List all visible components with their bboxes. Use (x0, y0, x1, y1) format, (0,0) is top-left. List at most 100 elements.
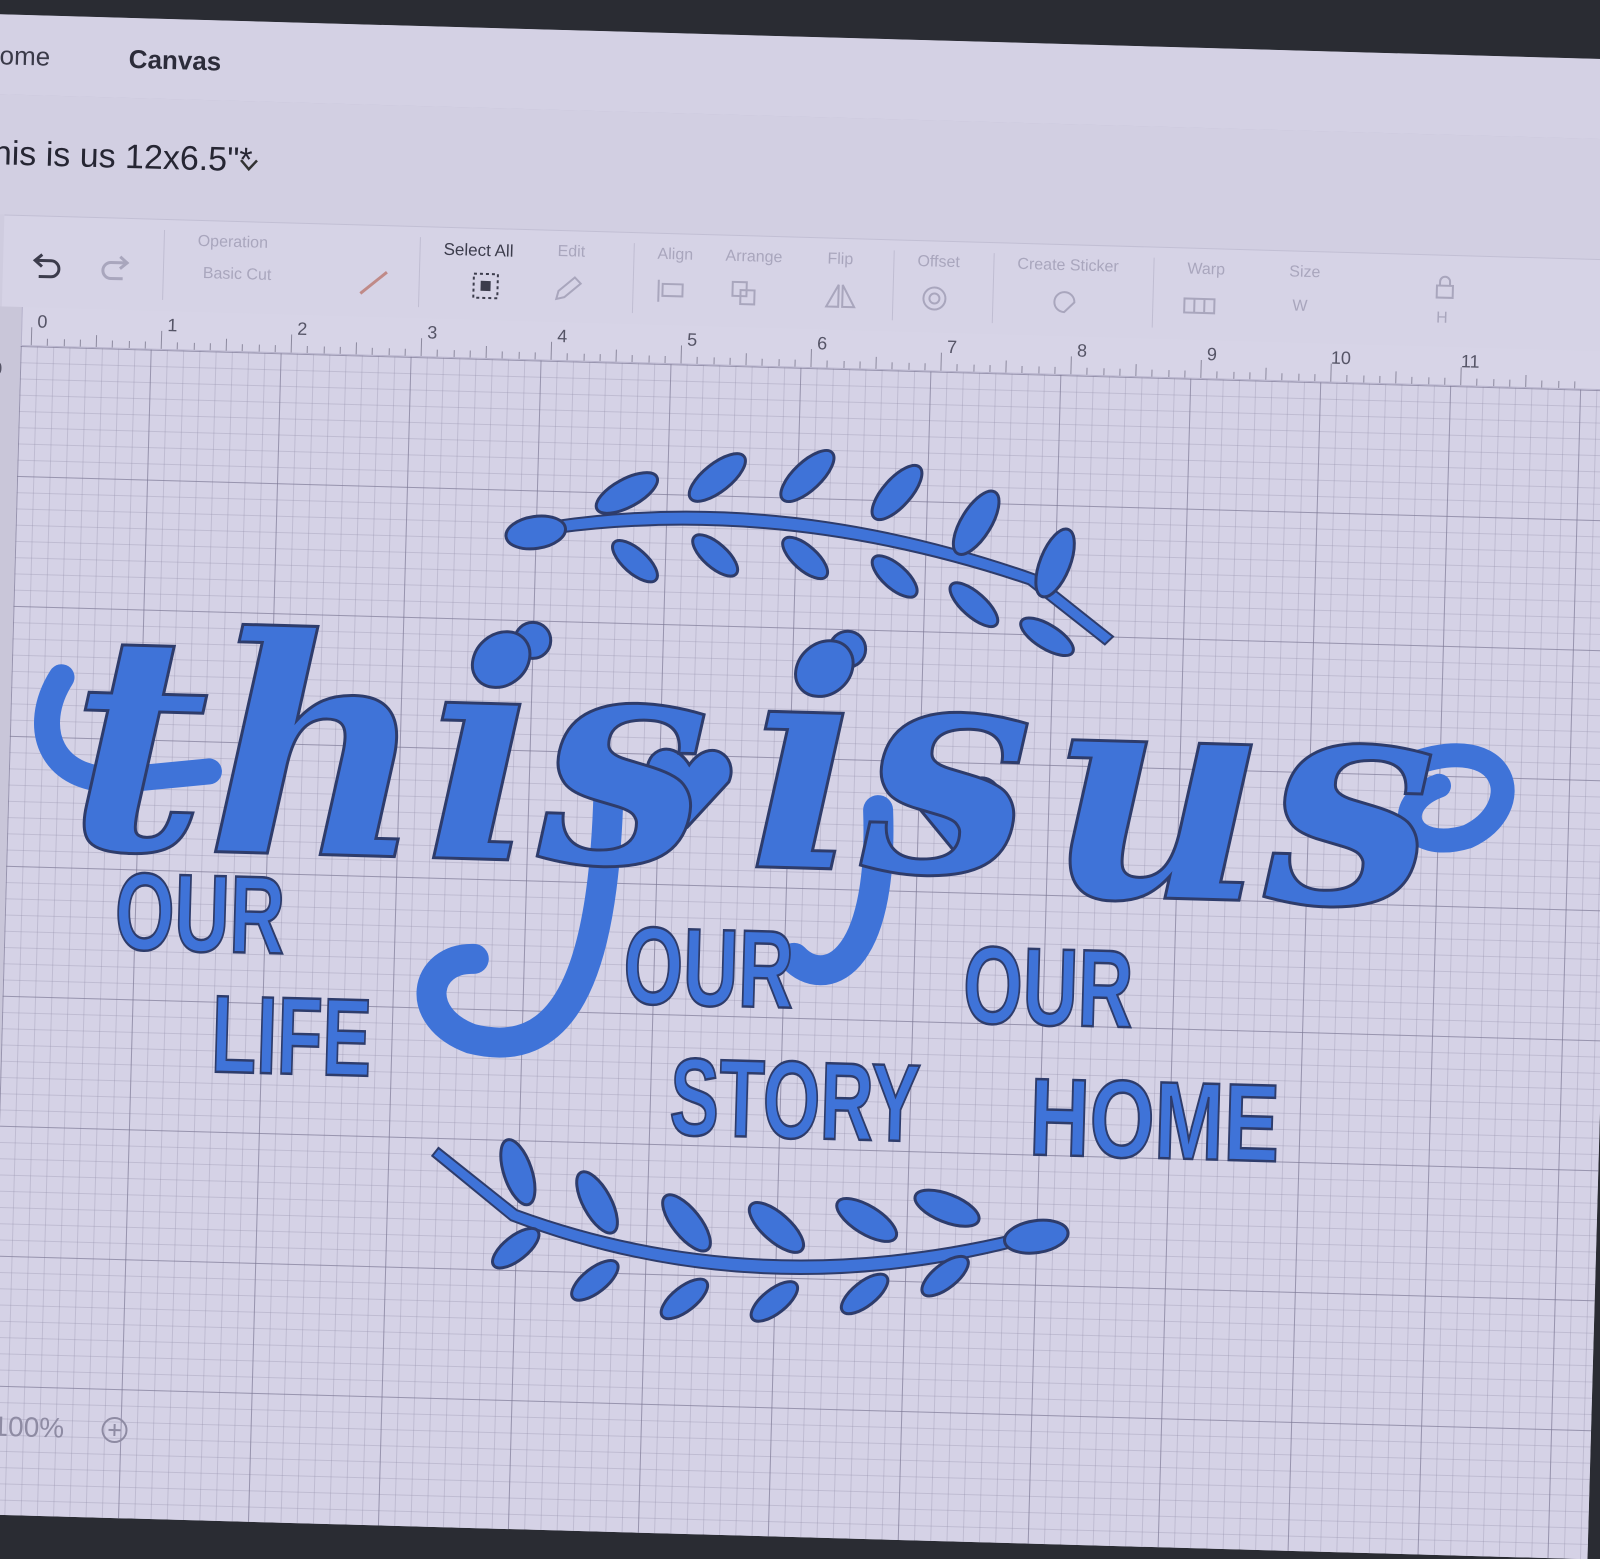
ruler-tick (1460, 367, 1462, 385)
ruler-label: 9 (1207, 344, 1218, 365)
this-is-us-design[interactable]: this is us OUR LIFE OUR STORY OUR HOME (0, 346, 1600, 1559)
ruler-tick (161, 331, 163, 349)
ruler-tick (128, 341, 129, 348)
ruler-tick (567, 353, 568, 360)
ruler-tick (356, 342, 357, 354)
phrase-life: LIFE (210, 973, 373, 1100)
ruler-tick (1135, 364, 1136, 376)
ruler-tick (63, 339, 64, 346)
ruler-tick (291, 335, 293, 353)
ruler-tick (437, 350, 438, 357)
ruler-tick (843, 361, 844, 368)
ruler-tick (1558, 381, 1559, 388)
ruler-tick (1119, 369, 1120, 376)
ruler-tick (1411, 377, 1412, 384)
ruler-tick (226, 339, 227, 351)
ruler-tick (1200, 360, 1202, 378)
ruler-tick (1249, 372, 1250, 379)
ruler-tick (1087, 368, 1088, 375)
zoom-in-icon[interactable] (100, 1416, 129, 1445)
tab-home[interactable]: Home (0, 40, 51, 73)
ruler-tick (778, 359, 779, 366)
ruler-tick (339, 347, 340, 354)
ruler-label: 8 (1077, 340, 1088, 361)
ruler-tick (177, 342, 178, 349)
ruler-tick (1444, 378, 1445, 385)
ruler-tick (372, 348, 373, 355)
script-word-is: is (745, 585, 1038, 946)
ruler-tick (681, 345, 683, 363)
zoom-controls: 100% (0, 1403, 151, 1449)
ruler-tick (713, 357, 714, 364)
ruler-tick (810, 349, 812, 367)
ruler-tick (1038, 366, 1039, 373)
ruler-tick (1184, 370, 1185, 377)
ruler-tick (1395, 371, 1396, 383)
ruler-tick (551, 342, 553, 360)
flip-icon[interactable] (820, 280, 861, 311)
edit-pencil-icon[interactable] (550, 273, 591, 304)
select-all-icon[interactable] (470, 271, 501, 302)
ruler-tick (518, 352, 519, 359)
arrange-label: Arrange (725, 248, 782, 268)
bottom-laurel-branch (428, 1133, 1073, 1337)
size-width-field[interactable]: W (1292, 297, 1308, 315)
ruler-tick (1428, 377, 1429, 384)
ruler-tick (193, 343, 194, 350)
ruler-tick (502, 351, 503, 358)
ruler-tick (31, 327, 33, 345)
arrange-icon[interactable] (728, 278, 769, 309)
tab-canvas[interactable]: Canvas (128, 44, 221, 78)
ruler-label: 0 (37, 311, 48, 332)
ruler-tick (1103, 368, 1104, 375)
ruler-tick (1314, 374, 1315, 381)
size-height-field[interactable]: H (1436, 309, 1448, 327)
flip-label: Flip (827, 250, 853, 269)
redo-icon[interactable] (98, 254, 133, 285)
align-icon[interactable] (654, 276, 695, 307)
operation-select[interactable]: Basic Cut (203, 265, 272, 285)
ruler-tick (827, 361, 828, 368)
ruler-label: 4 (557, 326, 568, 347)
ruler-tick (1541, 380, 1542, 387)
ruler-label: 2 (297, 319, 308, 340)
chevron-down-icon[interactable] (238, 153, 261, 176)
ruler-tick (144, 341, 145, 348)
phrase-our-2: OUR (622, 904, 795, 1032)
ruler-tick (1233, 372, 1234, 379)
ruler-tick (534, 352, 535, 359)
ruler-tick (892, 362, 893, 369)
ruler-tick (96, 335, 97, 347)
ruler-tick (209, 343, 210, 350)
warp-icon[interactable] (1180, 290, 1225, 321)
ruler-tick (404, 349, 405, 356)
ruler-tick (1168, 370, 1169, 377)
size-label: Size (1289, 263, 1321, 282)
sticker-icon[interactable] (1048, 287, 1089, 318)
ruler-tick (274, 345, 275, 352)
lock-icon[interactable] (1433, 273, 1458, 302)
operation-label: Operation (197, 233, 268, 253)
offset-icon[interactable] (918, 283, 959, 314)
ruler-tick (79, 340, 80, 347)
ruler-tick (616, 350, 617, 362)
pen-icon[interactable] (354, 267, 395, 298)
ruler-label: 5 (687, 330, 698, 351)
project-title[interactable]: This is us 12x6.5"* (0, 134, 253, 181)
phrase-our-3: OUR (962, 924, 1135, 1052)
ruler-tick (1298, 374, 1299, 381)
ruler-tick (453, 350, 454, 357)
ruler-tick (486, 346, 487, 358)
undo-icon[interactable] (29, 252, 64, 283)
cricut-design-space-screen: Home Canvas This is us 12x6.5"* Operatio… (0, 14, 1600, 1559)
ruler-tick (1330, 364, 1332, 382)
ruler-tick (697, 357, 698, 364)
ruler-tick (1493, 379, 1494, 386)
ruler-tick (47, 339, 48, 346)
ruler-tick (1476, 379, 1477, 386)
design-canvas[interactable]: this is us OUR LIFE OUR STORY OUR HOME (0, 346, 1600, 1559)
ruler-tick (859, 361, 860, 368)
ruler-tick (1152, 370, 1153, 377)
ruler-tick (323, 346, 324, 353)
ruler-tick (1363, 375, 1364, 382)
